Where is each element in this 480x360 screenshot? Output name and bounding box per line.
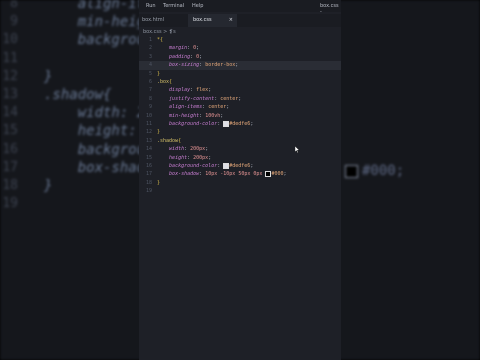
bg-line-number: 19 xyxy=(2,196,18,212)
bg-code-line: } xyxy=(44,68,53,85)
menu-run[interactable]: Run xyxy=(146,3,156,9)
line-number: 1 xyxy=(148,37,152,43)
bg-color-text: #000; xyxy=(362,163,405,179)
bg-code-line: } xyxy=(44,178,53,194)
tab-bar: box.html box.css × xyxy=(139,14,341,27)
line-number: 9 xyxy=(148,104,152,111)
code-line[interactable]: 13 .shadow{ xyxy=(139,137,341,145)
code-line[interactable]: 17 box-shadow: 10px -10px 50px 0px #000; xyxy=(139,170,341,178)
code-text: height: 200px; xyxy=(169,154,212,161)
editor-window: Run Terminal Help box.css - box.html box… xyxy=(139,0,341,360)
bg-line-number: 9 xyxy=(10,14,18,30)
bg-code-line: backgrou xyxy=(44,141,146,158)
tab-box-css[interactable]: box.css × xyxy=(188,14,237,27)
bg-line-number: 16 xyxy=(2,141,18,157)
code-line[interactable]: 8 justify-content: center; xyxy=(139,95,341,103)
code-line[interactable]: 1 *{ xyxy=(139,36,341,44)
line-number: 12 xyxy=(145,129,152,136)
mouse-cursor-icon xyxy=(295,146,300,153)
bg-color-swatch xyxy=(345,165,358,178)
code-line[interactable]: 3 padding: 0; xyxy=(139,53,341,61)
tab-box-html[interactable]: box.html xyxy=(139,14,187,27)
menu-terminal[interactable]: Terminal xyxy=(163,3,184,9)
bg-code-line: min-heig xyxy=(44,14,146,31)
code-text: box-shadow: 10px -10px 50px 0px #000; xyxy=(169,170,287,178)
code-text: } xyxy=(157,179,161,186)
code-line[interactable]: 19 xyxy=(139,187,341,195)
bg-line-number: 11 xyxy=(2,50,18,66)
bg-code-line: height: xyxy=(44,123,137,140)
line-number: 5 xyxy=(148,70,152,77)
code-text: align-items: center; xyxy=(169,104,230,111)
line-number: 7 xyxy=(148,87,152,94)
code-text: *{ xyxy=(157,37,164,43)
code-line[interactable]: 15 height: 200px; xyxy=(139,154,341,162)
code-text: .shadow{ xyxy=(157,137,182,144)
code-text: box-sizing: border-box; xyxy=(169,62,239,69)
code-text: .box{ xyxy=(157,79,173,85)
bg-line-number: 13 xyxy=(2,87,18,102)
line-number: 10 xyxy=(145,112,152,119)
menu-bar: Run Terminal Help box.css - xyxy=(139,0,341,15)
code-text: background-color: #dedfe6; xyxy=(169,120,254,127)
code-line[interactable]: 4 box-sizing: border-box; xyxy=(139,61,341,70)
line-number: 16 xyxy=(145,163,152,169)
code-line[interactable]: 2 margin: 0; xyxy=(139,44,341,52)
bg-line-number: 18 xyxy=(2,178,18,193)
code-line[interactable]: 18} xyxy=(139,179,341,187)
bg-code-line: width: 2 xyxy=(44,105,146,122)
line-number: 8 xyxy=(148,95,152,102)
code-text: min-height: 100vh; xyxy=(169,112,224,119)
code-line[interactable]: 11 background-color: #dedfe6; xyxy=(139,120,341,128)
code-line[interactable]: 6 .box{ xyxy=(139,78,341,86)
bg-line-number: 14 xyxy=(2,105,18,121)
menu-help[interactable]: Help xyxy=(192,3,203,9)
line-number: 17 xyxy=(145,171,152,178)
bg-line-number: 12 xyxy=(2,68,18,84)
code-text: padding: 0; xyxy=(169,53,203,60)
bg-line-number: 10 xyxy=(2,32,18,48)
bg-code-line: align-it xyxy=(44,0,146,12)
bg-code-line: box-shad xyxy=(44,159,146,176)
bg-code-line: .shadow{ xyxy=(44,87,112,103)
bg-line-number: 15 xyxy=(2,123,18,139)
code-line[interactable]: 12} xyxy=(139,128,341,136)
code-line[interactable]: 16 background-color: #dedfe6; xyxy=(139,162,341,170)
code-line[interactable]: 7 display: flex; xyxy=(139,86,341,94)
breadcrumb[interactable]: box.css > ❡s xyxy=(143,29,176,35)
line-number: 15 xyxy=(145,154,152,161)
bg-line-number: 8 xyxy=(10,0,18,11)
line-number: 2 xyxy=(148,45,152,52)
bg-code-line: backgrou xyxy=(44,32,146,49)
line-number: 18 xyxy=(145,179,152,186)
code-line[interactable]: 9 align-items: center; xyxy=(139,103,341,111)
code-line[interactable]: 14 width: 200px; xyxy=(139,145,341,153)
code-text: } xyxy=(157,129,161,136)
line-number: 11 xyxy=(145,121,152,127)
code-line[interactable]: 10 min-height: 100vh; xyxy=(139,112,341,120)
code-text: display: flex; xyxy=(169,87,212,94)
line-number: 6 xyxy=(148,79,152,85)
code-line[interactable]: 5} xyxy=(139,70,341,78)
tab-label: box.css xyxy=(193,17,212,23)
code-text: width: 200px; xyxy=(169,146,209,153)
tab-label: box.html xyxy=(142,17,165,23)
code-text: background-color: #dedfe6; xyxy=(169,162,254,169)
line-number: 14 xyxy=(145,146,152,153)
code-text: margin: 0; xyxy=(169,45,200,52)
bg-line-number: 17 xyxy=(2,159,18,175)
code-text: justify-content: center; xyxy=(169,95,242,102)
line-number: 13 xyxy=(145,137,152,144)
code-text: } xyxy=(157,70,161,77)
close-icon[interactable]: × xyxy=(229,14,233,27)
line-number: 4 xyxy=(148,62,152,69)
line-number: 19 xyxy=(145,188,152,195)
line-number: 3 xyxy=(148,53,152,60)
